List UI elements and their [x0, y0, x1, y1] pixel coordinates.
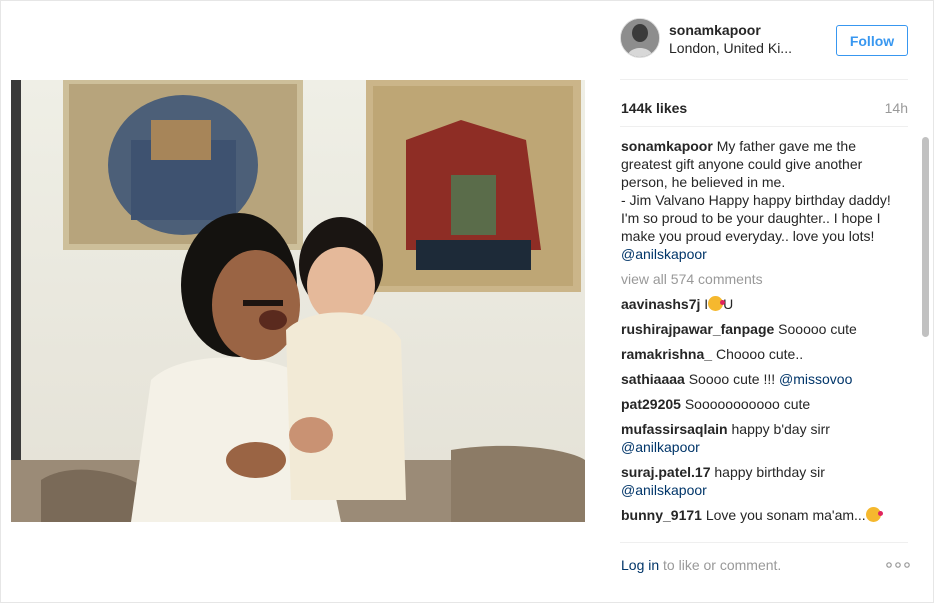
comment-item: ramakrishna_ Choooo cute.. [621, 345, 903, 363]
comment-text-after: U [723, 296, 734, 312]
comment-item: suraj.patel.17 happy birthday sir @anils… [621, 463, 903, 499]
caption-mention[interactable]: @anilskapoor [621, 246, 707, 262]
post-time[interactable]: 14h [885, 100, 908, 116]
comment-item: sathiaaaa Soooo cute !!! @missovoo [621, 370, 903, 388]
likes-count[interactable]: 144k likes [621, 100, 687, 116]
login-link[interactable]: Log in [621, 557, 659, 573]
comment-mention[interactable]: @missovoo [779, 371, 852, 387]
login-prompt-text: to like or comment. [659, 557, 782, 573]
comment-username[interactable]: mufassirsaqlain [621, 421, 728, 437]
comments-scrollbar[interactable] [922, 137, 929, 337]
comment-username[interactable]: rushirajpawar_fanpage [621, 321, 774, 337]
comments-list[interactable]: sonamkapoor My father gave me the greate… [621, 137, 903, 530]
comment-text: happy b'day sirr [731, 421, 830, 437]
avatar-image [621, 19, 659, 57]
kiss-emoji-icon [865, 507, 883, 522]
comment-username[interactable]: sathiaaaa [621, 371, 685, 387]
comment-username[interactable]: ramakrishna_ [621, 346, 712, 362]
comment-item: rushirajpawar_fanpage Sooooo cute [621, 320, 903, 338]
comment-item: aavinashs7j IU [621, 295, 903, 313]
post-panel: sonamkapoor London, United Ki... Follow … [606, 0, 932, 603]
follow-button[interactable]: Follow [836, 25, 908, 56]
comment-text: Love you sonam ma'am... [705, 507, 866, 523]
comment-username[interactable]: bunny_9171 [621, 507, 702, 523]
comment-text: Sooooo cute [778, 321, 857, 337]
footer: Log in to like or comment. [621, 557, 910, 575]
kiss-emoji-icon [708, 296, 726, 311]
divider [620, 79, 908, 80]
comment-mention[interactable]: @anilskapoor [621, 482, 707, 498]
comment-text: happy birthday sir [714, 464, 825, 480]
comment-item: bunny_9171 Love you sonam ma'am... [621, 506, 903, 524]
location-text: London, United Ki... [669, 40, 792, 56]
comment-item: mufassirsaqlain happy b'day sirr @anilka… [621, 420, 903, 456]
comment-item: pat29205 Sooooooooooo cute [621, 395, 903, 413]
view-all-comments-link[interactable]: view all 574 comments [621, 270, 903, 288]
comment-items: aavinashs7j I U rushirajpawar_fanpage Sooo… [621, 295, 903, 524]
ellipsis-icon[interactable] [886, 561, 910, 569]
location-link[interactable]: London, United Ki... [669, 40, 829, 56]
comment-mention[interactable]: @anilkapoor [621, 439, 700, 455]
post-photo[interactable] [11, 80, 585, 522]
divider [620, 542, 908, 543]
comment-text: Sooooooooooo cute [684, 396, 811, 412]
comment-username[interactable]: suraj.patel.17 [621, 464, 711, 480]
avatar[interactable] [620, 18, 660, 58]
username-link[interactable]: sonamkapoor [669, 22, 761, 38]
photo-image [11, 80, 585, 522]
post-header: sonamkapoor London, United Ki... Follow [620, 18, 910, 62]
caption: sonamkapoor My father gave me the greate… [621, 137, 903, 263]
comment-username[interactable]: aavinashs7j [621, 296, 700, 312]
divider [620, 126, 908, 127]
comment-username[interactable]: pat29205 [621, 396, 681, 412]
caption-username[interactable]: sonamkapoor [621, 138, 713, 154]
comment-text: Soooo cute !!! [688, 371, 780, 387]
likes-row: 144k likes 14h [621, 100, 908, 118]
comment-text: Choooo cute.. [715, 346, 804, 362]
